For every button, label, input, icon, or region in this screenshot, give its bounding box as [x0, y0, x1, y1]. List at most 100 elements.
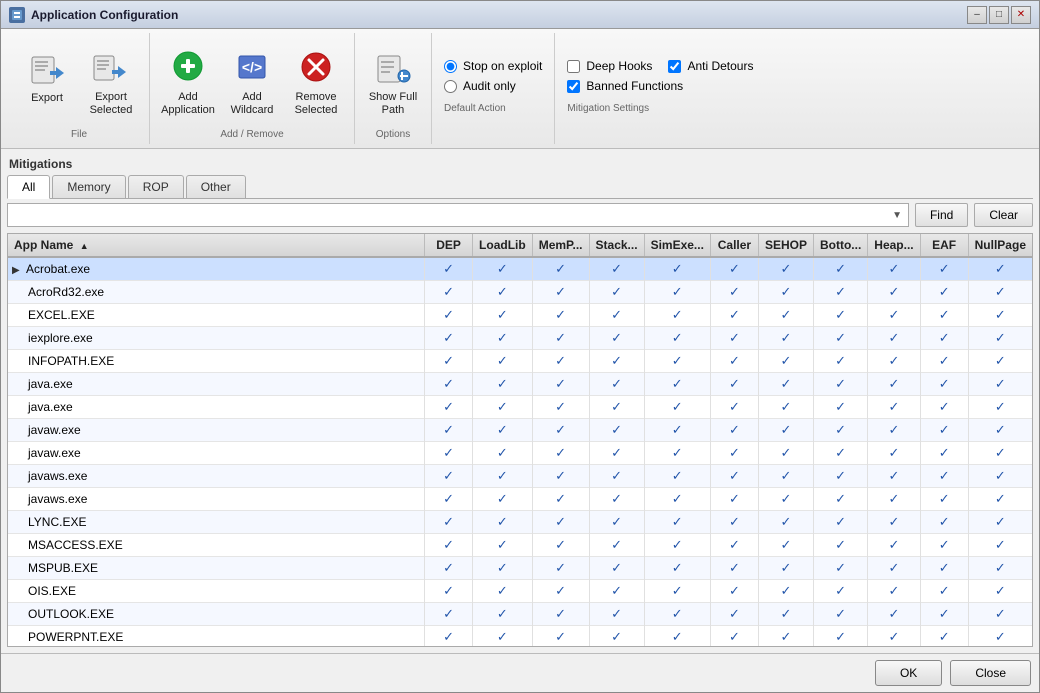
- check-cell[interactable]: ✓: [920, 373, 968, 396]
- check-cell[interactable]: ✓: [532, 603, 589, 626]
- table-row[interactable]: java.exe✓✓✓✓✓✓✓✓✓✓✓: [8, 373, 1032, 396]
- check-cell[interactable]: ✓: [473, 442, 533, 465]
- check-cell[interactable]: ✓: [813, 580, 867, 603]
- check-cell[interactable]: ✓: [920, 304, 968, 327]
- check-cell[interactable]: ✓: [644, 465, 710, 488]
- check-cell[interactable]: ✓: [589, 350, 644, 373]
- check-cell[interactable]: ✓: [425, 442, 473, 465]
- deep-hooks-option[interactable]: Deep Hooks: [567, 59, 652, 73]
- check-cell[interactable]: ✓: [758, 488, 813, 511]
- banned-functions-checkbox[interactable]: [567, 80, 580, 93]
- check-cell[interactable]: ✓: [758, 580, 813, 603]
- check-cell[interactable]: ✓: [710, 442, 758, 465]
- check-cell[interactable]: ✓: [868, 419, 920, 442]
- col-header-eaf[interactable]: EAF: [920, 234, 968, 257]
- check-cell[interactable]: ✓: [473, 511, 533, 534]
- check-cell[interactable]: ✓: [813, 626, 867, 648]
- check-cell[interactable]: ✓: [813, 419, 867, 442]
- check-cell[interactable]: ✓: [532, 465, 589, 488]
- check-cell[interactable]: ✓: [710, 419, 758, 442]
- check-cell[interactable]: ✓: [644, 580, 710, 603]
- check-cell[interactable]: ✓: [532, 373, 589, 396]
- check-cell[interactable]: ✓: [644, 511, 710, 534]
- check-cell[interactable]: ✓: [813, 257, 867, 281]
- check-cell[interactable]: ✓: [710, 396, 758, 419]
- check-cell[interactable]: ✓: [758, 603, 813, 626]
- check-cell[interactable]: ✓: [425, 603, 473, 626]
- stop-on-exploit-radio[interactable]: [444, 60, 457, 73]
- check-cell[interactable]: ✓: [920, 511, 968, 534]
- check-cell[interactable]: ✓: [532, 557, 589, 580]
- audit-only-option[interactable]: Audit only: [444, 79, 542, 93]
- check-cell[interactable]: ✓: [425, 534, 473, 557]
- check-cell[interactable]: ✓: [425, 396, 473, 419]
- check-cell[interactable]: ✓: [813, 465, 867, 488]
- check-cell[interactable]: ✓: [425, 373, 473, 396]
- check-cell[interactable]: ✓: [532, 534, 589, 557]
- check-cell[interactable]: ✓: [589, 580, 644, 603]
- table-row[interactable]: EXCEL.EXE✓✓✓✓✓✓✓✓✓✓✓: [8, 304, 1032, 327]
- check-cell[interactable]: ✓: [968, 257, 1032, 281]
- check-cell[interactable]: ✓: [968, 373, 1032, 396]
- check-cell[interactable]: ✓: [425, 304, 473, 327]
- check-cell[interactable]: ✓: [758, 327, 813, 350]
- check-cell[interactable]: ✓: [813, 373, 867, 396]
- check-cell[interactable]: ✓: [813, 534, 867, 557]
- check-cell[interactable]: ✓: [920, 281, 968, 304]
- check-cell[interactable]: ✓: [589, 511, 644, 534]
- check-cell[interactable]: ✓: [473, 603, 533, 626]
- check-cell[interactable]: ✓: [589, 396, 644, 419]
- check-cell[interactable]: ✓: [589, 488, 644, 511]
- check-cell[interactable]: ✓: [758, 442, 813, 465]
- maximize-button[interactable]: □: [989, 6, 1009, 24]
- col-header-botto[interactable]: Botto...: [813, 234, 867, 257]
- check-cell[interactable]: ✓: [473, 327, 533, 350]
- check-cell[interactable]: ✓: [589, 373, 644, 396]
- check-cell[interactable]: ✓: [589, 534, 644, 557]
- check-cell[interactable]: ✓: [425, 281, 473, 304]
- check-cell[interactable]: ✓: [589, 257, 644, 281]
- tab-rop[interactable]: ROP: [128, 175, 184, 198]
- close-button[interactable]: Close: [950, 660, 1031, 686]
- col-header-caller[interactable]: Caller: [710, 234, 758, 257]
- col-header-simexe[interactable]: SimExe...: [644, 234, 710, 257]
- tab-all[interactable]: All: [7, 175, 50, 199]
- check-cell[interactable]: ✓: [473, 257, 533, 281]
- check-cell[interactable]: ✓: [589, 465, 644, 488]
- check-cell[interactable]: ✓: [758, 511, 813, 534]
- col-header-stack[interactable]: Stack...: [589, 234, 644, 257]
- check-cell[interactable]: ✓: [589, 327, 644, 350]
- check-cell[interactable]: ✓: [968, 327, 1032, 350]
- table-wrapper[interactable]: App Name ▲ DEP LoadLib MemP... Stack... …: [7, 233, 1033, 647]
- check-cell[interactable]: ✓: [589, 304, 644, 327]
- export-button[interactable]: Export: [17, 41, 77, 121]
- check-cell[interactable]: ✓: [425, 511, 473, 534]
- search-combo[interactable]: ▼: [7, 203, 909, 227]
- check-cell[interactable]: ✓: [813, 488, 867, 511]
- check-cell[interactable]: ✓: [920, 465, 968, 488]
- check-cell[interactable]: ✓: [758, 350, 813, 373]
- check-cell[interactable]: ✓: [920, 488, 968, 511]
- check-cell[interactable]: ✓: [968, 281, 1032, 304]
- table-row[interactable]: iexplore.exe✓✓✓✓✓✓✓✓✓✓✓: [8, 327, 1032, 350]
- check-cell[interactable]: ✓: [968, 603, 1032, 626]
- check-cell[interactable]: ✓: [532, 281, 589, 304]
- check-cell[interactable]: ✓: [868, 603, 920, 626]
- check-cell[interactable]: ✓: [589, 603, 644, 626]
- stop-on-exploit-option[interactable]: Stop on exploit: [444, 59, 542, 73]
- check-cell[interactable]: ✓: [532, 419, 589, 442]
- close-window-button[interactable]: ✕: [1011, 6, 1031, 24]
- check-cell[interactable]: ✓: [968, 580, 1032, 603]
- check-cell[interactable]: ✓: [758, 257, 813, 281]
- deep-hooks-checkbox[interactable]: [567, 60, 580, 73]
- check-cell[interactable]: ✓: [425, 327, 473, 350]
- check-cell[interactable]: ✓: [644, 281, 710, 304]
- check-cell[interactable]: ✓: [532, 442, 589, 465]
- check-cell[interactable]: ✓: [868, 442, 920, 465]
- check-cell[interactable]: ✓: [473, 626, 533, 648]
- col-header-memp[interactable]: MemP...: [532, 234, 589, 257]
- col-header-nullpage[interactable]: NullPage: [968, 234, 1032, 257]
- check-cell[interactable]: ✓: [644, 557, 710, 580]
- table-row[interactable]: ▶ Acrobat.exe✓✓✓✓✓✓✓✓✓✓✓: [8, 257, 1032, 281]
- table-row[interactable]: MSPUB.EXE✓✓✓✓✓✓✓✓✓✓✓: [8, 557, 1032, 580]
